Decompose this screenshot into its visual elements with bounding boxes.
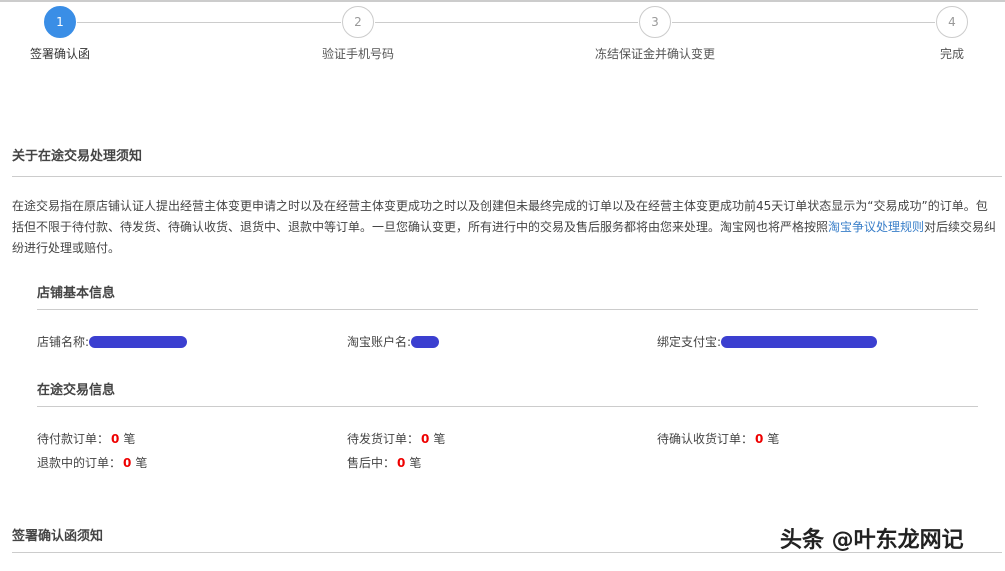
- top-border: [0, 0, 1005, 2]
- count-value: 0: [397, 455, 406, 470]
- dispute-rules-link[interactable]: 淘宝争议处理规则: [828, 220, 924, 234]
- shop-info-title: 店铺基本信息: [37, 286, 116, 301]
- step-4-circle: 4: [936, 6, 968, 38]
- count-unit: 笔: [433, 432, 446, 446]
- count-unit: 笔: [123, 432, 136, 446]
- taobao-account-label: 淘宝账户名:: [347, 335, 412, 349]
- redacted-value: [411, 335, 440, 348]
- step-3-circle: 3: [639, 6, 671, 38]
- count-label: 退款中的订单：: [37, 456, 122, 470]
- pending-shipment-count: 待发货订单： 0 笔: [347, 430, 445, 447]
- divider: [12, 176, 1002, 177]
- step-4-label: 完成: [939, 47, 965, 61]
- divider: [37, 406, 978, 407]
- transit-info-title: 在途交易信息: [37, 383, 116, 398]
- shop-name-label: 店铺名称:: [37, 335, 90, 349]
- watermark: 头条 @叶东龙网记: [780, 528, 964, 553]
- step-1-circle: 1: [44, 6, 76, 38]
- refunding-count: 退款中的订单： 0 笔: [37, 454, 147, 471]
- count-label: 售后中：: [347, 456, 396, 470]
- step-1-label: 签署确认函: [29, 47, 91, 61]
- after-sales-count: 售后中： 0 笔: [347, 454, 421, 471]
- count-unit: 笔: [135, 456, 148, 470]
- count-unit: 笔: [767, 432, 780, 446]
- count-label: 待确认收货订单：: [657, 432, 754, 446]
- divider: [37, 309, 978, 310]
- step-2-label: 验证手机号码: [321, 47, 395, 61]
- count-value: 0: [755, 431, 764, 446]
- count-value: 0: [123, 455, 132, 470]
- step-connector: [375, 22, 638, 23]
- alipay-field: 绑定支付宝:: [657, 333, 878, 350]
- pending-receipt-count: 待确认收货订单： 0 笔: [657, 430, 779, 447]
- count-label: 待付款订单：: [37, 432, 110, 446]
- redacted-value: [721, 335, 878, 348]
- notice-text: 在途交易指在原店铺认证人提出经营主体变更申请之时以及在经营主体变更成功之时以及创…: [12, 196, 997, 259]
- alipay-label: 绑定支付宝:: [657, 335, 722, 349]
- redacted-value: [89, 335, 188, 348]
- taobao-account-field: 淘宝账户名:: [347, 333, 440, 350]
- count-label: 待发货订单：: [347, 432, 420, 446]
- pending-payment-count: 待付款订单： 0 笔: [37, 430, 135, 447]
- notice-title: 关于在途交易处理须知: [12, 149, 143, 164]
- step-connector: [77, 22, 341, 23]
- count-value: 0: [111, 431, 120, 446]
- count-value: 0: [421, 431, 430, 446]
- count-unit: 笔: [409, 456, 422, 470]
- letter-notice-title: 签署确认函须知: [12, 529, 104, 544]
- step-2-circle: 2: [342, 6, 374, 38]
- step-3-label: 冻结保证金并确认变更: [594, 47, 716, 61]
- step-connector: [672, 22, 935, 23]
- shop-name-field: 店铺名称:: [37, 333, 188, 350]
